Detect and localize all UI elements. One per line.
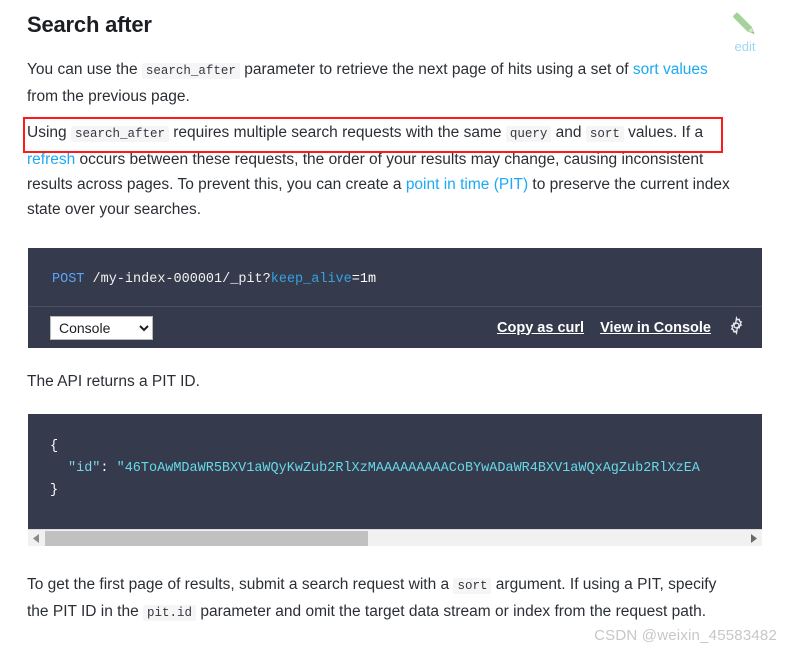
inline-code-query: query: [505, 126, 552, 142]
link-point-in-time[interactable]: point in time (PIT): [406, 176, 528, 193]
inline-code-sort: sort: [453, 578, 492, 594]
inline-code-search-after: search_after: [70, 126, 169, 142]
toolbar-actions: Copy as curl View in Console: [497, 315, 746, 340]
intro-paragraph: You can use the search_after parameter t…: [27, 57, 733, 109]
edit-link[interactable]: edit: [715, 8, 775, 54]
triangle-right-icon[interactable]: [745, 530, 762, 547]
code-block-toolbar: Console Copy as curl View in Console: [28, 306, 762, 348]
text-fragment: values. If a: [623, 124, 704, 141]
link-refresh[interactable]: refresh: [27, 151, 75, 168]
inline-code-sort: sort: [585, 126, 624, 142]
response-code-block: { "id": "46ToAwMDaWR5BXV1aWQyKwZub2RlXzM…: [28, 414, 762, 529]
page-root: Search after edit You can use the search…: [0, 0, 785, 655]
text-fragment: requires multiple search requests with t…: [168, 124, 506, 141]
request-code-text: POST /my-index-000001/_pit?keep_alive=1m: [28, 248, 762, 290]
json-key-id: "id": [68, 461, 101, 476]
text-fragment: parameter and omit the target data strea…: [196, 603, 707, 620]
http-method: POST: [52, 272, 85, 287]
text-fragment: from the previous page.: [27, 88, 190, 105]
first-page-paragraph: To get the first page of results, submit…: [27, 572, 733, 626]
request-path: /my-index-000001/_pit?: [84, 272, 271, 287]
console-select[interactable]: Console: [50, 315, 153, 340]
watermark: CSDN @weixin_45583482: [594, 627, 777, 644]
text-fragment: and: [551, 124, 586, 141]
text-fragment: Using: [27, 124, 71, 141]
inline-code-search-after: search_after: [141, 63, 240, 79]
gear-icon[interactable]: [727, 315, 746, 340]
request-code-block: POST /my-index-000001/_pit?keep_alive=1m…: [28, 248, 762, 348]
search-after-requirements-paragraph: Using search_after requires multiple sea…: [27, 120, 733, 222]
query-param-value: =1m: [351, 272, 377, 287]
scrollbar-thumb[interactable]: [45, 530, 368, 546]
copy-as-curl-button[interactable]: Copy as curl: [497, 320, 584, 336]
triangle-left-icon[interactable]: [28, 530, 45, 547]
query-param-name: keep_alive: [270, 272, 352, 287]
text-fragment: parameter to retrieve the next page of h…: [239, 61, 633, 78]
horizontal-scrollbar[interactable]: [28, 529, 762, 546]
inline-code-pit-id: pit.id: [143, 605, 197, 621]
text-fragment: To get the first page of results, submit…: [27, 576, 454, 593]
response-json-text: { "id": "46ToAwMDaWR5BXV1aWQyKwZub2RlXzM…: [28, 414, 762, 502]
api-returns-paragraph: The API returns a PIT ID.: [27, 369, 733, 394]
scrollbar-track[interactable]: [45, 530, 745, 547]
json-open-brace: {: [50, 439, 59, 454]
page-title: Search after: [27, 12, 152, 37]
json-value-pit-id: "46ToAwMDaWR5BXV1aWQyKwZub2RlXzMAAAAAAAA…: [116, 461, 700, 476]
link-sort-values[interactable]: sort values: [633, 61, 708, 78]
text-fragment: You can use the: [27, 61, 142, 78]
edit-label: edit: [734, 39, 756, 54]
text-fragment: The API returns a PIT ID.: [27, 373, 200, 390]
json-close-brace: }: [50, 483, 59, 498]
pencil-icon: [715, 8, 775, 42]
view-in-console-button[interactable]: View in Console: [600, 320, 711, 336]
json-colon: :: [100, 461, 117, 476]
